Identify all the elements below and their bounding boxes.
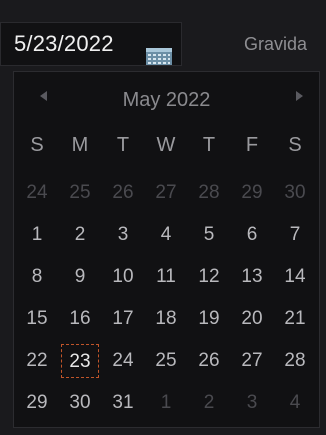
calendar-day-selected[interactable]: 23 xyxy=(61,344,99,378)
calendar-month-title: May 2022 xyxy=(122,89,211,111)
calendar-day[interactable]: 1 xyxy=(18,218,56,252)
calendar-popup: May 2022 S M T W T F S 24 25 26 27 28 29 30 1 2 3 4 5 6 7 8 9 1… xyxy=(13,71,320,428)
weekday-header: S xyxy=(288,134,302,156)
calendar-day[interactable]: 24 xyxy=(18,176,56,210)
calendar-day[interactable]: 11 xyxy=(147,260,185,294)
calendar-day[interactable]: 19 xyxy=(190,302,228,336)
calendar-day[interactable]: 12 xyxy=(190,260,228,294)
calendar-day[interactable]: 30 xyxy=(61,386,99,420)
calendar-day[interactable]: 21 xyxy=(276,302,314,336)
calendar-day[interactable]: 25 xyxy=(61,176,99,210)
calendar-day[interactable]: 2 xyxy=(190,386,228,420)
calendar-day[interactable]: 22 xyxy=(18,344,56,378)
calendar-day[interactable]: 29 xyxy=(233,176,271,210)
calendar-day[interactable]: 14 xyxy=(276,260,314,294)
calendar-day[interactable]: 27 xyxy=(147,176,185,210)
weekday-header: F xyxy=(245,134,259,156)
field-label: Gravida xyxy=(244,34,308,54)
calendar-day[interactable]: 7 xyxy=(276,218,314,252)
calendar-icon[interactable] xyxy=(146,48,172,65)
calendar-day[interactable]: 18 xyxy=(147,302,185,336)
calendar-day[interactable]: 26 xyxy=(190,344,228,378)
date-picker-screen: 5/23/2022 Gravida May 2022 S M T W T F S 24 25 26… xyxy=(0,0,326,435)
calendar-day[interactable]: 30 xyxy=(276,176,314,210)
calendar-day[interactable]: 24 xyxy=(104,344,142,378)
date-input[interactable]: 5/23/2022 xyxy=(0,22,182,66)
weekday-header: S xyxy=(30,134,44,156)
calendar-day[interactable]: 17 xyxy=(104,302,142,336)
calendar-day[interactable]: 5 xyxy=(190,218,228,252)
calendar-day[interactable]: 9 xyxy=(61,260,99,294)
calendar-day[interactable]: 28 xyxy=(276,344,314,378)
calendar-day[interactable]: 25 xyxy=(147,344,185,378)
calendar-day[interactable]: 29 xyxy=(18,386,56,420)
calendar-day[interactable]: 16 xyxy=(61,302,99,336)
calendar-day[interactable]: 8 xyxy=(18,260,56,294)
calendar-day[interactable]: 2 xyxy=(61,218,99,252)
calendar-day[interactable]: 4 xyxy=(147,218,185,252)
calendar-day[interactable]: 4 xyxy=(276,386,314,420)
calendar-day[interactable]: 13 xyxy=(233,260,271,294)
next-month-icon[interactable] xyxy=(289,86,309,106)
calendar-day[interactable]: 1 xyxy=(147,386,185,420)
calendar-day[interactable]: 3 xyxy=(104,218,142,252)
date-input-value: 5/23/2022 xyxy=(14,31,114,56)
calendar-day[interactable]: 15 xyxy=(18,302,56,336)
weekday-header: W xyxy=(156,134,176,156)
calendar-day[interactable]: 31 xyxy=(104,386,142,420)
weekday-header: T xyxy=(116,134,130,156)
calendar-day[interactable]: 26 xyxy=(104,176,142,210)
calendar-day[interactable]: 28 xyxy=(190,176,228,210)
weekday-header: T xyxy=(202,134,216,156)
calendar-day[interactable]: 27 xyxy=(233,344,271,378)
calendar-day[interactable]: 10 xyxy=(104,260,142,294)
weekday-header: M xyxy=(71,134,89,156)
calendar-day[interactable]: 6 xyxy=(233,218,271,252)
calendar-day[interactable]: 3 xyxy=(233,386,271,420)
calendar-day[interactable]: 20 xyxy=(233,302,271,336)
